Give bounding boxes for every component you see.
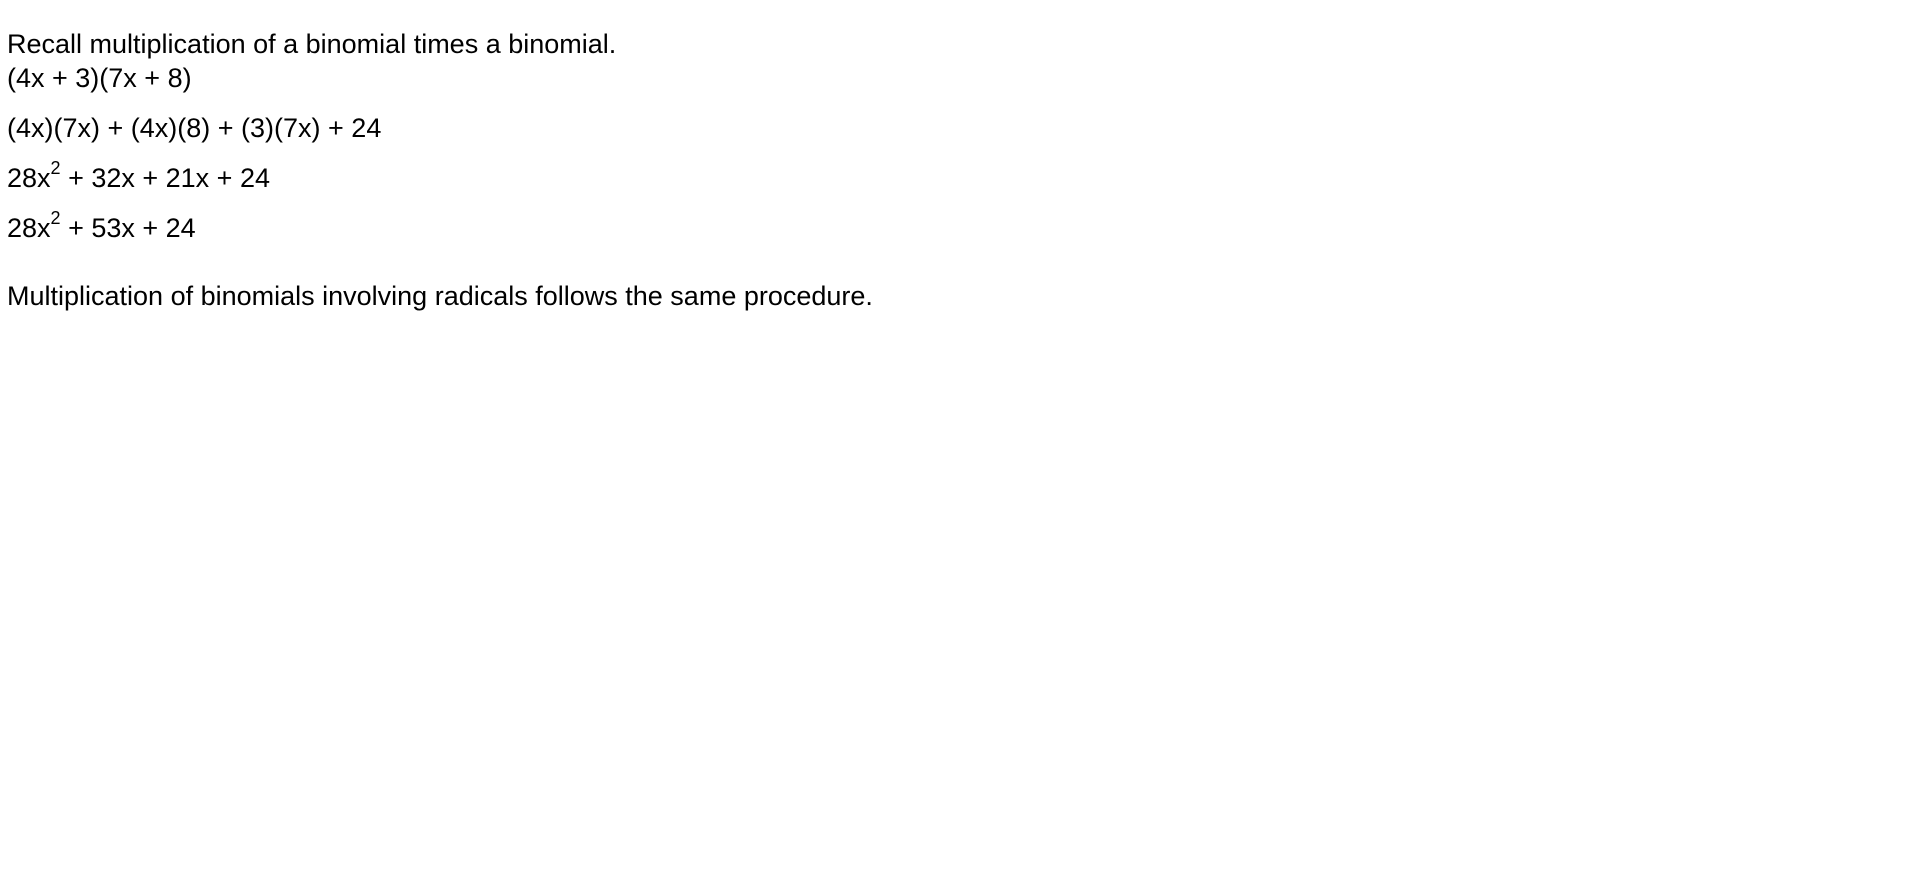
step-result-exponent: 2 (50, 208, 61, 228)
step-binomial-product: (4x + 3)(7x + 8) (7, 63, 192, 93)
step-expanded-terms: 28x2 + 32x + 21x + 24 (7, 158, 270, 195)
conclusion-text: Multiplication of binomials involving ra… (7, 281, 873, 311)
step-expanded-rest: + 32x + 21x + 24 (60, 163, 270, 193)
step-combined-result: 28x2 + 53x + 24 (7, 208, 196, 245)
step-expanded-exponent: 2 (50, 158, 61, 178)
step-result-rest: + 53x + 24 (60, 213, 196, 243)
step-result-base: 28x (7, 213, 51, 243)
step-expanded-base: 28x (7, 163, 51, 193)
intro-text: Recall multiplication of a binomial time… (7, 29, 617, 59)
step-distribution: (4x)(7x) + (4x)(8) + (3)(7x) + 24 (7, 113, 382, 143)
